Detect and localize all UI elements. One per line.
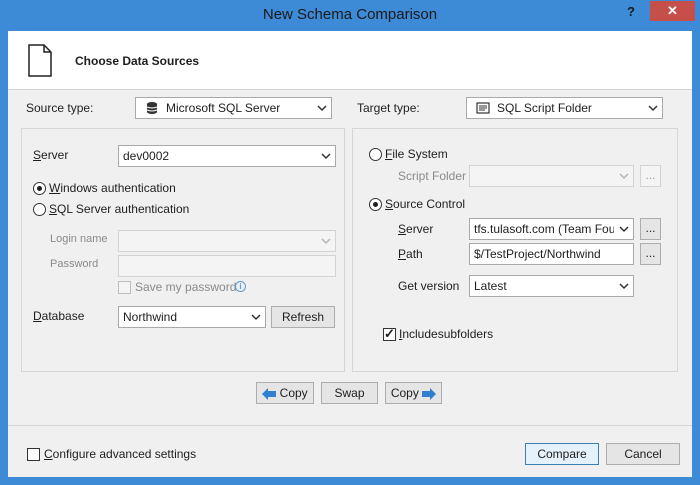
- target-type-select[interactable]: SQL Script Folder: [466, 97, 663, 119]
- browse-script-folder-button[interactable]: ...: [640, 165, 661, 187]
- file-system-label-text: ile System: [392, 147, 448, 161]
- source-server-value: dev0002: [123, 149, 170, 163]
- window-title: New Schema Comparison: [262, 6, 438, 23]
- path-input[interactable]: $/TestProject/Northwind: [469, 243, 634, 265]
- file-system-radio[interactable]: [369, 148, 382, 161]
- chevron-down-icon: [321, 153, 331, 160]
- windows-auth-label[interactable]: Windows authentication: [49, 181, 176, 195]
- copy-right-label: Copy: [390, 386, 419, 400]
- source-type-label: Source type:: [26, 101, 94, 115]
- target-server-label-text: erver: [406, 222, 434, 236]
- sql-auth-radio[interactable]: [33, 203, 46, 216]
- save-password-checkbox[interactable]: [118, 281, 131, 294]
- copy-right-button[interactable]: Copy: [385, 382, 442, 404]
- title-bar: New Schema Comparison ? ✕: [0, 0, 700, 31]
- login-name-select[interactable]: [118, 230, 336, 252]
- advanced-settings-label-text: onfigure advanced settings: [52, 447, 197, 461]
- browse-server-button[interactable]: ...: [640, 218, 661, 240]
- database-label-text: atabase: [41, 309, 85, 323]
- advanced-settings-checkbox[interactable]: [27, 448, 40, 461]
- get-version-value: Latest: [474, 279, 507, 293]
- database-value: Northwind: [123, 310, 178, 324]
- source-panel: Server dev0002 Windows authentication SQ…: [21, 128, 345, 372]
- login-name-label: Login name: [50, 233, 108, 245]
- password-input[interactable]: [118, 255, 336, 277]
- password-label: Password: [50, 258, 99, 270]
- arrow-left-icon: [262, 387, 277, 400]
- script-folder-label: Script Folder: [398, 169, 467, 183]
- save-password-label[interactable]: Save my password: [135, 280, 236, 294]
- refresh-button[interactable]: Refresh: [271, 306, 335, 328]
- include-subfolders-label[interactable]: Includesubfolders: [399, 327, 493, 341]
- cancel-button[interactable]: Cancel: [606, 443, 680, 465]
- file-system-label[interactable]: File System: [385, 147, 448, 161]
- source-type-select[interactable]: Microsoft SQL Server: [135, 97, 332, 119]
- database-label: Database: [33, 309, 85, 323]
- target-panel: File System Script Folder ... Source Con…: [352, 128, 678, 372]
- script-folder-icon: [476, 102, 490, 114]
- radio-selected-dot: [37, 186, 42, 191]
- target-type-label: Target type:: [357, 101, 420, 115]
- target-server-label: Server: [398, 222, 434, 236]
- target-server-value: tfs.tulasoft.com (Team Found: [474, 222, 614, 236]
- browse-path-button[interactable]: ...: [640, 243, 661, 265]
- checkmark-icon: ✓: [384, 326, 395, 341]
- source-server-label-text: erver: [41, 148, 69, 162]
- copy-left-label: Copy: [279, 386, 308, 400]
- source-server-select[interactable]: dev0002: [118, 145, 336, 167]
- info-icon[interactable]: i: [235, 281, 246, 292]
- script-folder-select[interactable]: [469, 165, 634, 187]
- chevron-down-icon: [648, 105, 658, 112]
- path-label-text: ath: [406, 247, 423, 261]
- target-type-value: SQL Script Folder: [497, 101, 592, 115]
- get-version-label: Get version: [398, 279, 460, 293]
- database-select[interactable]: Northwind: [118, 306, 266, 328]
- chevron-down-icon: [321, 238, 331, 245]
- path-label: Path: [398, 247, 423, 261]
- wizard-header: Choose Data Sources: [8, 31, 692, 90]
- compare-button[interactable]: Compare: [525, 443, 599, 465]
- windows-auth-radio[interactable]: [33, 182, 46, 195]
- source-control-radio[interactable]: [369, 198, 382, 211]
- chevron-down-icon: [619, 173, 629, 180]
- radio-selected-dot: [373, 202, 378, 207]
- dialog-body: Choose Data Sources Source type: Microso…: [8, 31, 692, 477]
- sql-auth-label-text: QL Server authentication: [57, 202, 190, 216]
- sql-auth-label[interactable]: SQL Server authentication: [49, 202, 189, 216]
- source-control-label[interactable]: Source Control: [385, 197, 465, 211]
- windows-auth-label-text: indows authentication: [60, 181, 176, 195]
- arrow-right-icon: [422, 387, 437, 400]
- target-server-select[interactable]: tfs.tulasoft.com (Team Found: [469, 218, 634, 240]
- include-subfolders-label-text: ncludesubfolders: [402, 327, 494, 341]
- path-value: $/TestProject/Northwind: [474, 247, 601, 261]
- include-subfolders-checkbox[interactable]: ✓: [383, 326, 396, 341]
- source-type-value: Microsoft SQL Server: [166, 101, 281, 115]
- source-server-label: Server: [33, 148, 69, 162]
- help-button[interactable]: ?: [627, 4, 641, 22]
- database-icon: [146, 102, 158, 114]
- dialog-window: New Schema Comparison ? ✕ Choose Data So…: [0, 0, 700, 485]
- chevron-down-icon: [619, 226, 629, 233]
- chevron-down-icon: [251, 314, 261, 321]
- chevron-down-icon: [317, 105, 327, 112]
- document-icon: [28, 44, 52, 77]
- footer-divider: [8, 425, 692, 426]
- swap-label: Swap: [334, 386, 365, 400]
- swap-button[interactable]: Swap: [321, 382, 378, 404]
- close-button[interactable]: ✕: [650, 1, 695, 21]
- source-control-label-text: ource Control: [393, 197, 466, 211]
- get-version-select[interactable]: Latest: [469, 275, 634, 297]
- page-title: Choose Data Sources: [75, 54, 200, 68]
- chevron-down-icon: [619, 283, 629, 290]
- copy-left-button[interactable]: Copy: [256, 382, 314, 404]
- advanced-settings-label[interactable]: Configure advanced settings: [44, 447, 196, 461]
